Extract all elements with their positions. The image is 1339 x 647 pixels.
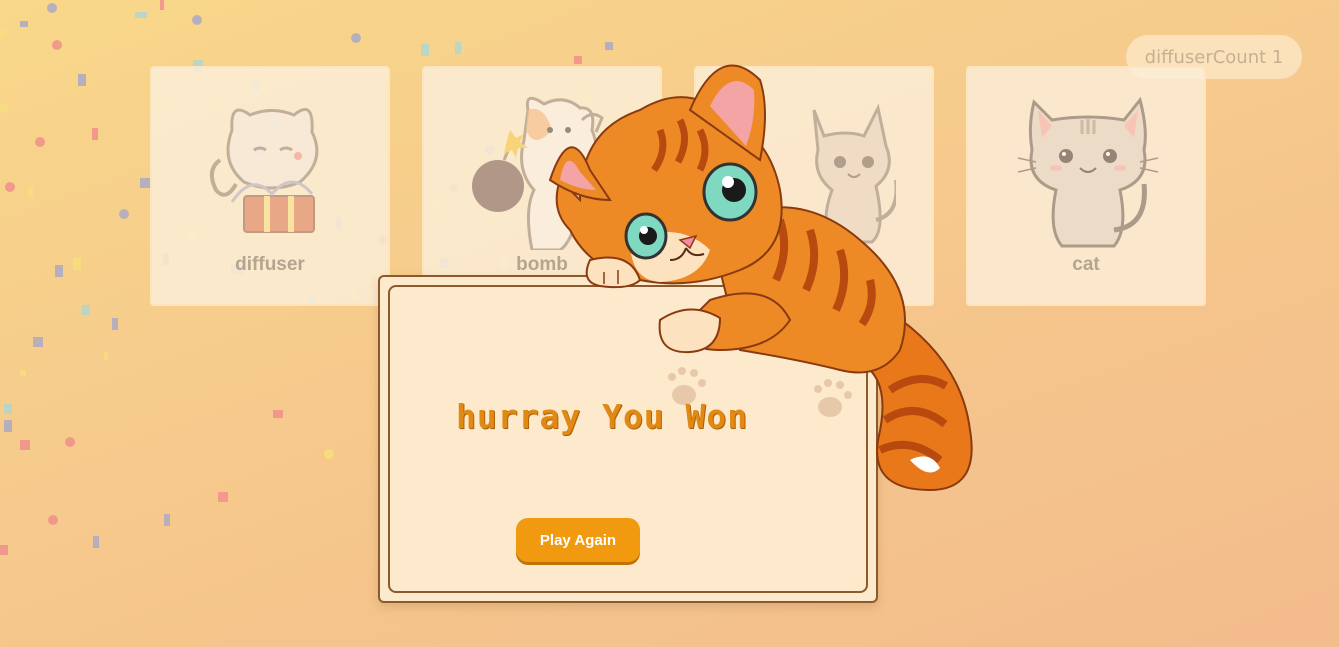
win-message: hurray You Won xyxy=(456,397,749,436)
play-again-button[interactable]: Play Again xyxy=(516,518,640,562)
win-dialog: hurray You Won Play Again xyxy=(378,275,878,603)
